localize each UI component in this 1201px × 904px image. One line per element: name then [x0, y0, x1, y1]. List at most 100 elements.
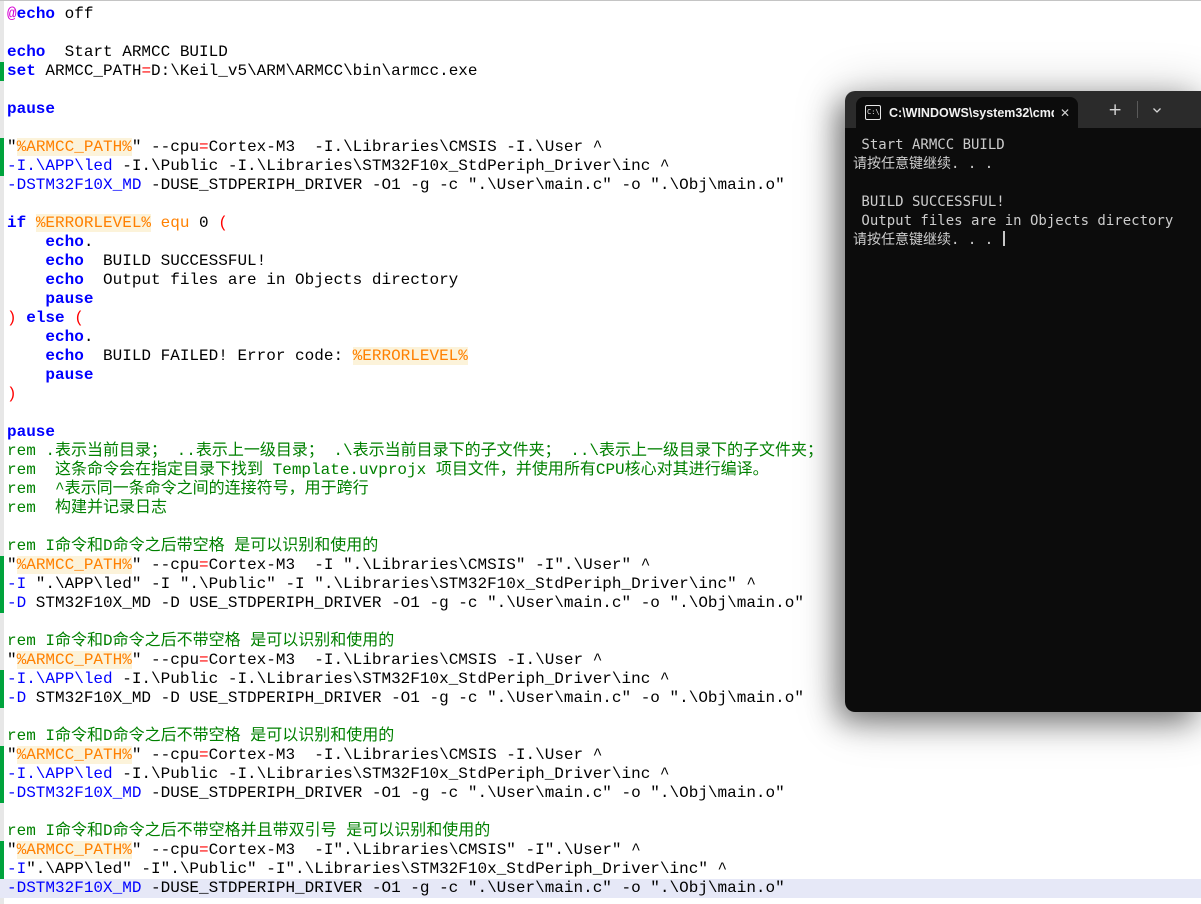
code-token: STM32F10X_MD -D USE_STDPERIPH_DRIVER -O1… [26, 594, 804, 612]
change-marker [0, 746, 4, 765]
terminal-tab-bar: C:\ C:\WINDOWS\system32\cmd. ✕ + [845, 91, 1201, 128]
code-token: echo [16, 5, 56, 23]
change-marker [0, 670, 4, 689]
change-marker [0, 594, 4, 613]
code-line: -I.\APP\led -I.\Public -I.\Libraries\STM… [0, 765, 1201, 784]
code-token: -D [7, 594, 27, 612]
code-line: set ARMCC_PATH=D:\Keil_v5\ARM\ARMCC\bin\… [0, 62, 1201, 81]
change-marker [0, 575, 4, 594]
code-token: BUILD FAILED! Error code: [83, 347, 353, 365]
terminal-line: Output files are in Objects directory [853, 213, 1174, 229]
code-token: @ [7, 5, 17, 23]
terminal-window: C:\ C:\WINDOWS\system32\cmd. ✕ + Start A… [845, 91, 1201, 712]
code-token: Cortex-M3 -I ".\Libraries\CMSIS" -I".\Us… [208, 556, 651, 574]
code-token: -DSTM32F10X_MD [7, 176, 142, 194]
code-token: " [7, 556, 17, 574]
code-line: @echo off [0, 5, 1201, 24]
terminal-tab-title: C:\WINDOWS\system32\cmd. [889, 105, 1054, 120]
code-token: echo [45, 252, 84, 270]
code-token: = [141, 62, 152, 80]
change-marker [0, 841, 4, 860]
code-token: %ARMCC_PATH% [16, 841, 132, 859]
change-marker [0, 784, 4, 803]
code-line: rem I命令和D命令之后不带空格并且带双引号 是可以识别和使用的 [0, 822, 1201, 841]
code-token: -DSTM32F10X_MD [7, 879, 142, 897]
code-line: -DSTM32F10X_MD -DUSE_STDPERIPH_DRIVER -O… [0, 879, 1201, 898]
code-line: "%ARMCC_PATH%" --cpu=Cortex-M3 -I".\Libr… [0, 841, 1201, 860]
terminal-line: 请按任意键继续. . . [853, 156, 994, 172]
code-token: off [55, 5, 94, 23]
code-token: = [199, 556, 209, 574]
terminal-line: BUILD SUCCESSFUL! [853, 194, 1005, 210]
code-token: rem .表示当前目录； ..表示上一级目录； .\表示当前目录下的子文件夹； … [7, 442, 824, 460]
code-token: = [199, 746, 209, 764]
code-token: rem I命令和D命令之后带空格 是可以识别和使用的 [7, 537, 379, 555]
code-token: rem I命令和D命令之后不带空格并且带双引号 是可以识别和使用的 [7, 822, 491, 840]
code-token: -I [7, 860, 27, 878]
code-token: Cortex-M3 -I.\Libraries\CMSIS -I.\User ^ [208, 651, 603, 669]
code-token: -I [7, 575, 27, 593]
code-token: " --cpu [131, 651, 200, 669]
terminal-line: 请按任意键继续. . . [853, 231, 1201, 250]
code-token: -I.\APP\led [7, 670, 113, 688]
code-token: = [199, 651, 209, 669]
code-token: rem 这条命令会在指定目录下找到 Template.uvprojx 项目文件，… [7, 461, 769, 479]
code-token: pause [7, 423, 56, 441]
code-token: Cortex-M3 -I".\Libraries\CMSIS" -I".\Use… [208, 841, 641, 859]
code-token: Start ARMCC BUILD [45, 43, 228, 61]
code-token: %ARMCC_PATH% [16, 746, 132, 764]
tab-bar-divider [1137, 101, 1139, 118]
terminal-output[interactable]: Start ARMCC BUILD 请按任意键继续. . . BUILD SUCC… [845, 128, 1201, 712]
code-line: rem I命令和D命令之后不带空格 是可以识别和使用的 [0, 727, 1201, 746]
terminal-tab-cmd[interactable]: C:\ C:\WINDOWS\system32\cmd. ✕ [856, 97, 1078, 128]
code-token: = [199, 841, 209, 859]
code-token: " --cpu [131, 841, 200, 859]
code-token: " [7, 841, 17, 859]
change-marker [0, 138, 4, 157]
code-token: " [7, 138, 17, 156]
code-token: -I.\Public -I.\Libraries\STM32F10x_StdPe… [112, 157, 670, 175]
code-line: -I".\APP\led" -I".\Public" -I".\Librarie… [0, 860, 1201, 879]
code-token: . [83, 233, 94, 251]
code-token: rem 构建并记录日志 [7, 499, 168, 517]
new-tab-button[interactable]: + [1102, 100, 1128, 120]
code-token: -DUSE_STDPERIPH_DRIVER -O1 -g -c ".\User… [141, 176, 785, 194]
change-marker [0, 765, 4, 784]
code-token: STM32F10X_MD -D USE_STDPERIPH_DRIVER -O1… [26, 689, 804, 707]
tab-bar-controls: + [1102, 100, 1167, 120]
code-line: "%ARMCC_PATH%" --cpu=Cortex-M3 -I.\Libra… [0, 746, 1201, 765]
change-marker [0, 689, 4, 708]
change-marker [0, 556, 4, 575]
code-token: -I.\Public -I.\Libraries\STM32F10x_StdPe… [112, 670, 670, 688]
code-token: ( [218, 214, 228, 232]
close-tab-icon[interactable]: ✕ [1060, 106, 1070, 120]
code-token: -I.\APP\led [7, 765, 113, 783]
change-marker [0, 157, 4, 176]
code-token: -DUSE_STDPERIPH_DRIVER -O1 -g -c ".\User… [141, 879, 785, 897]
code-token: BUILD SUCCESSFUL! [83, 252, 267, 270]
tab-dropdown-button[interactable] [1147, 104, 1167, 116]
code-token: " [7, 746, 17, 764]
code-token: Cortex-M3 -I.\Libraries\CMSIS -I.\User ^ [208, 138, 603, 156]
code-token: echo [45, 347, 84, 365]
desktop: @echo off echo Start ARMCC BUILD set ARMCC… [0, 0, 1201, 904]
terminal-cursor [1002, 231, 1005, 246]
code-token: Cortex-M3 -I.\Libraries\CMSIS -I.\User ^ [208, 746, 603, 764]
code-token: %ERRORLEVEL% [352, 347, 468, 365]
code-token: ".\APP\led" -I ".\Public" -I ".\Librarie… [26, 575, 756, 593]
code-token: set [7, 62, 36, 80]
code-token: equ [160, 214, 190, 232]
cmd-icon: C:\ [865, 105, 881, 120]
code-token: ) [7, 309, 17, 327]
code-line: echo Start ARMCC BUILD [0, 43, 1201, 62]
